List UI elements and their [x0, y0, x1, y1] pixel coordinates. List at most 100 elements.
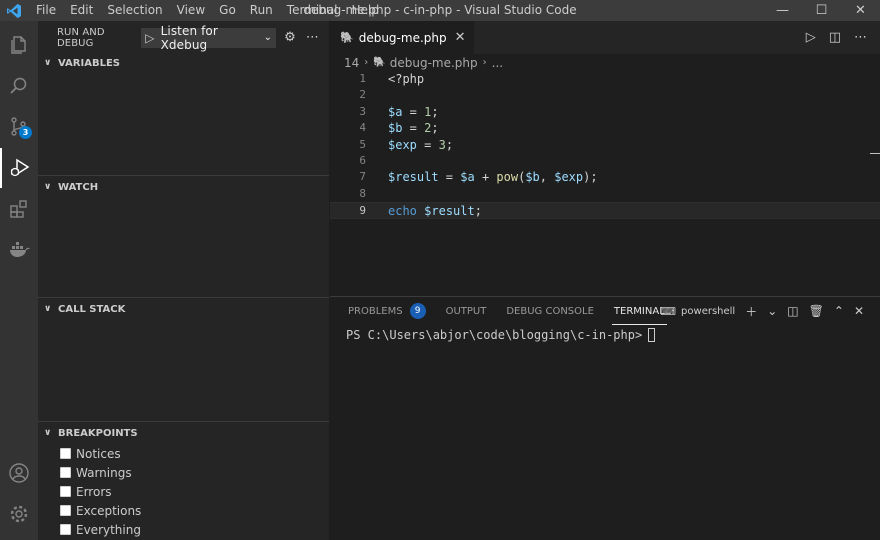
php-file-icon: 🐘: [373, 57, 386, 68]
line-number: 1: [359, 72, 366, 85]
overview-ruler-mark: [870, 153, 880, 154]
tab-label: debug-me.php: [358, 30, 447, 45]
tab-label: OUTPUT: [445, 305, 487, 317]
checkbox[interactable]: [60, 486, 71, 497]
debug-config-label: Listen for Xdebug: [160, 23, 218, 52]
debug-config-select[interactable]: ▷ Listen for Xdebug ⌄: [141, 24, 277, 52]
sidebar-title: RUN AND DEBUG: [57, 26, 105, 49]
breadcrumb-more[interactable]: ...: [492, 56, 503, 70]
tab-output[interactable]: OUTPUT: [446, 297, 487, 325]
trash-icon[interactable]: 🗑: [809, 304, 824, 318]
tab-terminal[interactable]: TERMINAL: [611, 297, 667, 325]
callstack-title: CALL STACK: [58, 303, 126, 315]
split-terminal-icon[interactable]: ◫: [787, 304, 798, 318]
checkbox[interactable]: [60, 524, 71, 535]
code-line: 2: [330, 87, 880, 103]
terminal-prompt: PS C:\Users\abjor\code\blogging\c-in-php…: [346, 328, 643, 342]
variables-title: VARIABLES: [58, 57, 120, 69]
menu-help[interactable]: Help: [345, 0, 386, 21]
callstack-header[interactable]: ∨ CALL STACK: [38, 298, 329, 320]
checkbox[interactable]: [60, 505, 71, 516]
menu-view[interactable]: View: [170, 0, 212, 21]
breakpoint-exceptions[interactable]: Exceptions: [60, 501, 329, 520]
terminal-view[interactable]: PS C:\Users\abjor\code\blogging\c-in-php…: [330, 325, 880, 342]
account-icon: [9, 463, 29, 483]
breakpoint-label: Notices: [76, 446, 121, 461]
breadcrumb-line[interactable]: 14: [344, 56, 359, 70]
maximize-panel-icon[interactable]: ⌃: [834, 304, 844, 318]
more-actions-icon[interactable]: ⋯: [306, 30, 319, 45]
breakpoint-notices[interactable]: Notices: [60, 444, 329, 463]
source-control-button[interactable]: 3: [0, 107, 38, 147]
chevron-right-icon: ›: [482, 57, 487, 68]
code-text: $b = 2;: [388, 121, 439, 136]
breakpoint-everything[interactable]: Everything: [60, 520, 329, 539]
php-file-icon: 🐘: [340, 31, 354, 44]
more-actions-icon[interactable]: ⋯: [854, 30, 867, 45]
new-terminal-icon[interactable]: ＋: [745, 303, 757, 320]
problems-count-badge: 9: [409, 303, 426, 319]
tab-label: TERMINAL: [613, 305, 665, 317]
line-number: 9: [359, 204, 366, 218]
menu-go[interactable]: Go: [212, 0, 243, 21]
maximize-button[interactable]: ☐: [802, 0, 841, 21]
breakpoint-errors[interactable]: Errors: [60, 482, 329, 501]
bottom-panel: PROBLEMS 9 OUTPUT DEBUG CONSOLE TERMINAL…: [330, 296, 880, 540]
line-number: 2: [359, 88, 366, 102]
close-panel-icon[interactable]: ✕: [854, 304, 864, 318]
panel-tabs: PROBLEMS 9 OUTPUT DEBUG CONSOLE TERMINAL…: [330, 297, 880, 325]
menu-edit[interactable]: Edit: [63, 0, 100, 21]
search-button[interactable]: [0, 66, 38, 106]
code-line: 5 $exp = 3;: [330, 137, 880, 153]
code-text: $result = $a + pow($b, $exp);: [388, 170, 598, 185]
breakpoints-header[interactable]: ∨ BREAKPOINTS: [38, 422, 329, 444]
line-number: 3: [359, 104, 366, 118]
tab-debug-me-php[interactable]: 🐘 debug-me.php ✕: [330, 21, 474, 54]
tab-label: DEBUG CONSOLE: [506, 305, 594, 317]
watch-header[interactable]: ∨ WATCH: [38, 176, 329, 198]
open-launch-json-gear-icon[interactable]: ⚙: [284, 30, 296, 45]
docker-icon: [10, 242, 30, 257]
accounts-button[interactable]: [0, 453, 38, 493]
run-debug-icon: [10, 158, 30, 177]
menu-file[interactable]: File: [29, 0, 63, 21]
menu-terminal[interactable]: Terminal: [280, 0, 345, 21]
minimize-button[interactable]: —: [763, 0, 802, 21]
tab-debug-console[interactable]: DEBUG CONSOLE: [506, 297, 594, 325]
code-line: 7 $result = $a + pow($b, $exp);: [330, 169, 880, 185]
breakpoint-label: Everything: [76, 522, 141, 537]
start-debugging-icon[interactable]: ▷: [145, 31, 154, 45]
menu-run[interactable]: Run: [243, 0, 280, 21]
variables-header[interactable]: ∨ VARIABLES: [38, 52, 329, 74]
run-debug-file-icon[interactable]: ▷: [806, 30, 816, 45]
split-editor-icon[interactable]: ◫: [829, 30, 841, 45]
run-debug-button[interactable]: [0, 148, 38, 188]
tab-problems[interactable]: PROBLEMS 9: [348, 297, 426, 325]
manage-button[interactable]: [0, 494, 38, 534]
checkbox[interactable]: [60, 448, 71, 459]
checkbox[interactable]: [60, 467, 71, 478]
callstack-section: ∨ CALL STACK: [38, 297, 329, 320]
chevron-down-icon: ∨: [44, 428, 52, 438]
terminal-icon: ⌨: [660, 304, 677, 318]
extensions-button[interactable]: [0, 189, 38, 229]
chevron-down-icon: ∨: [44, 58, 52, 68]
code-editor[interactable]: 1 <?php 2 3 $a = 1; 4 $b = 2; 5 $exp = 3; 6 …: [330, 71, 880, 219]
terminal-shell-selector[interactable]: ⌨ powershell: [660, 305, 735, 318]
close-tab-icon[interactable]: ✕: [455, 30, 466, 45]
search-icon: [10, 77, 27, 94]
explorer-button[interactable]: [0, 25, 38, 65]
breadcrumb-file[interactable]: debug-me.php: [390, 56, 478, 70]
activity-bar: 3: [0, 21, 38, 540]
vscode-logo-icon: [0, 0, 28, 21]
menu-selection[interactable]: Selection: [100, 0, 169, 21]
breakpoint-warnings[interactable]: Warnings: [60, 463, 329, 482]
editor-area: 🐘 debug-me.php ✕ ▷ ◫ ⋯ 14 › 🐘 debug-me.p…: [330, 21, 880, 296]
docker-button[interactable]: [0, 230, 38, 270]
breakpoints-section: ∨ BREAKPOINTS Notices Warnings Errors Ex…: [38, 421, 329, 539]
line-number: 4: [359, 121, 366, 135]
close-window-button[interactable]: ✕: [841, 0, 880, 21]
chevron-down-icon: ∨: [44, 182, 52, 192]
chevron-down-icon[interactable]: ⌄: [767, 304, 777, 318]
code-text: $exp = 3;: [388, 137, 454, 152]
